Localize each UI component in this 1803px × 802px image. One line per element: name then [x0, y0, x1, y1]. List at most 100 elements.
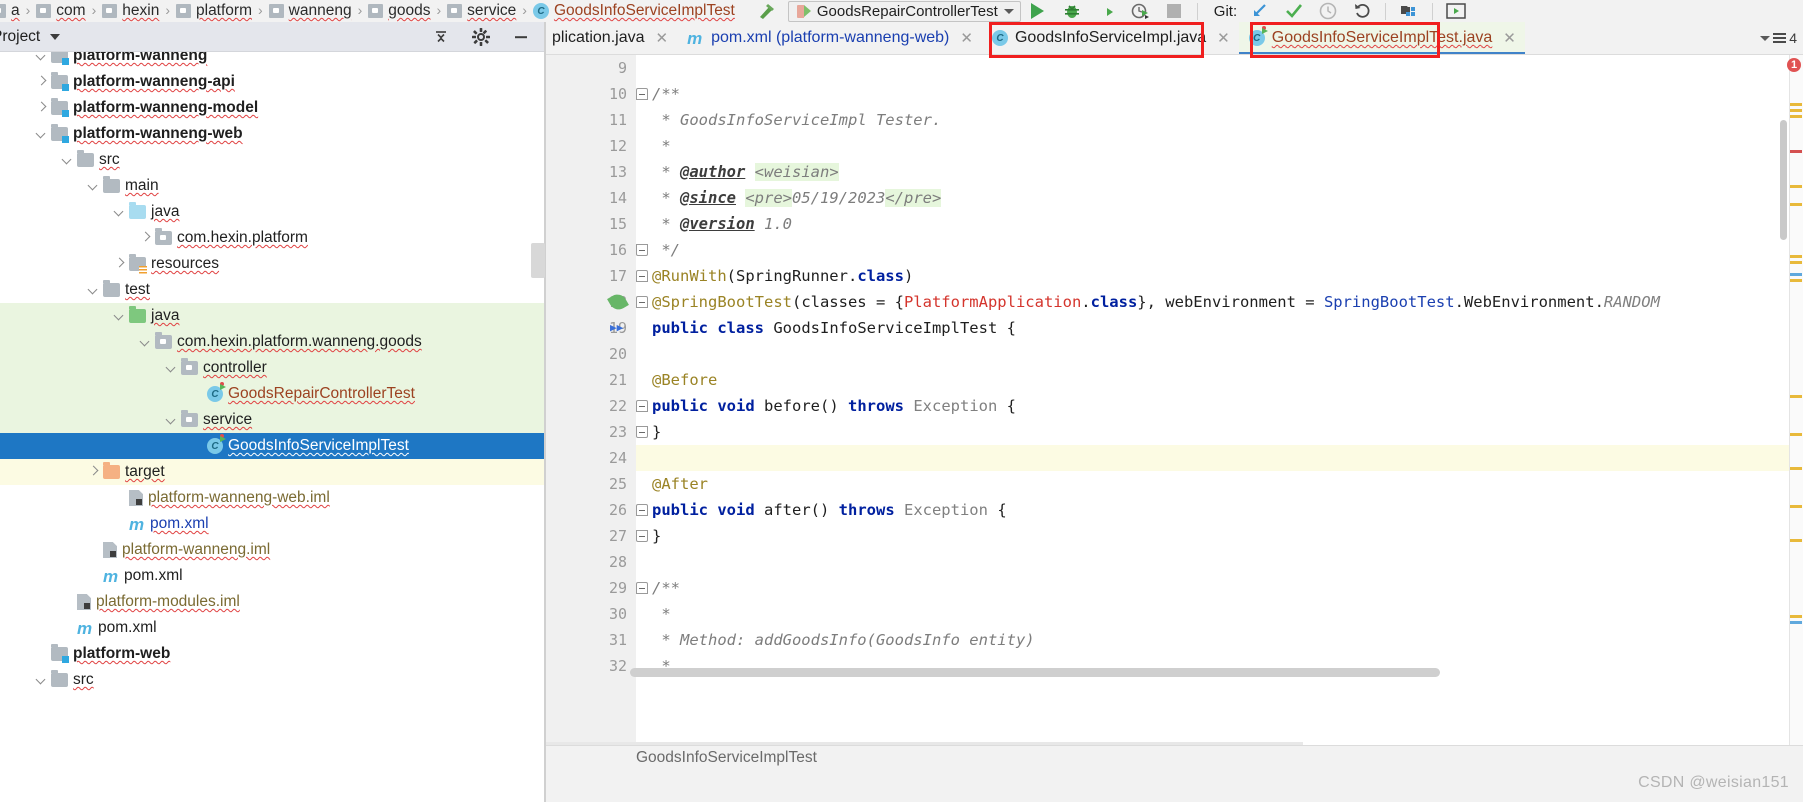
chevron-right-icon[interactable] [34, 101, 48, 115]
tree-node-platform-modules-iml[interactable]: platform-modules.iml [0, 589, 545, 615]
code-fold-toggle[interactable] [636, 88, 648, 100]
code-fold-toggle[interactable] [636, 270, 648, 282]
editor-horizontal-scrollbar[interactable] [630, 668, 1440, 677]
clock-icon[interactable] [1311, 0, 1345, 22]
tree-node-com-hexin-platform-wanneng-goods[interactable]: com.hexin.platform.wanneng.goods [0, 329, 545, 355]
tree-node-platform-wanneng[interactable]: platform-wanneng [0, 52, 545, 69]
code-line[interactable]: 31 * Method: addGoodsInfo(GoodsInfo enti… [546, 627, 1803, 653]
close-icon[interactable]: ✕ [1503, 29, 1516, 47]
preview-play-icon[interactable] [1439, 0, 1473, 22]
tree-node-platform-wanneng-model[interactable]: platform-wanneng-model [0, 95, 545, 121]
gear-icon[interactable] [461, 22, 501, 52]
chevron-down-icon[interactable] [164, 361, 178, 375]
minimize-icon[interactable] [501, 22, 541, 52]
code-line[interactable]: 20 [546, 341, 1803, 367]
chevron-right-icon[interactable] [138, 231, 152, 245]
code-line[interactable]: 22 public void before() throws Exception … [546, 393, 1803, 419]
tree-node-controller[interactable]: controller [0, 355, 545, 381]
tab-overflow-controls[interactable]: 4 [1760, 30, 1803, 46]
tree-node-platform-wanneng-api[interactable]: platform-wanneng-api [0, 69, 545, 95]
run-with-coverage-button[interactable] [1089, 0, 1123, 22]
tree-node-pom-xml[interactable]: m pom.xml [0, 511, 545, 537]
breadcrumb-item-hexin[interactable]: hexin [101, 0, 160, 22]
run-configuration-selector[interactable]: GoodsRepairControllerTest [787, 0, 1021, 22]
editor-tab-plication-java[interactable]: plication.java ✕ [546, 22, 677, 54]
project-tree[interactable]: platform-wanneng platform-wanneng-api plat… [0, 52, 545, 802]
code-line[interactable]: 16 */ [546, 237, 1803, 263]
stop-square-icon[interactable] [1157, 0, 1191, 22]
chevron-right-icon[interactable] [112, 257, 126, 271]
code-fold-toggle[interactable] [636, 582, 648, 594]
breadcrumb-item-service[interactable]: service [446, 0, 517, 22]
code-line[interactable]: 23} [546, 419, 1803, 445]
code-line[interactable]: 14 * @since <pre>05/19/2023</pre> [546, 185, 1803, 211]
split-drag-handle[interactable] [531, 243, 545, 278]
tree-node-test[interactable]: test [0, 277, 545, 303]
code-editor[interactable]: 9 10/** 11 * GoodsInfoServiceImpl Tester. 1… [546, 55, 1803, 745]
tree-node-java[interactable]: java [0, 303, 545, 329]
chevron-down-icon[interactable] [164, 413, 178, 427]
tree-node-target[interactable]: target [0, 459, 545, 485]
code-line[interactable]: 24 [546, 445, 1803, 471]
code-line[interactable]: 29 /** [546, 575, 1803, 601]
chevron-down-icon[interactable] [34, 52, 48, 63]
chevron-down-icon[interactable] [1003, 8, 1014, 14]
tree-node-platform-web[interactable]: platform-web [0, 641, 545, 667]
code-line[interactable]: 26 public void after() throws Exception { [546, 497, 1803, 523]
code-line[interactable]: 11 * GoodsInfoServiceImpl Tester. [546, 107, 1803, 133]
arrow-down-left-icon[interactable] [1243, 0, 1277, 22]
chevron-down-icon[interactable] [86, 179, 100, 193]
code-line[interactable]: 27} [546, 523, 1803, 549]
error-count-badge[interactable]: 1 [1787, 58, 1801, 72]
breadcrumb-item-a[interactable]: a [0, 0, 21, 22]
profile-button[interactable] [1123, 0, 1157, 22]
breadcrumb-item-wanneng[interactable]: wanneng [268, 0, 353, 22]
code-fold-toggle[interactable] [636, 504, 648, 516]
editor-tab-goodsinfoserviceimpl-java[interactable]: C GoodsInfoServiceImpl.java ✕ [982, 22, 1239, 54]
bottom-breadcrumb-label[interactable]: GoodsInfoServiceImplTest [636, 749, 817, 767]
chevron-down-icon[interactable] [86, 283, 100, 297]
tree-node-service[interactable]: service [0, 407, 545, 433]
hammer-icon[interactable] [750, 0, 784, 22]
run-test-gutter-icon[interactable]: ▶▶ [610, 321, 623, 334]
breadcrumb-item-com[interactable]: com [35, 0, 86, 22]
code-line[interactable]: 18@SpringBootTest(classes = {PlatformApp… [546, 289, 1803, 315]
breadcrumb-item-goodsinfoserviceimpltest[interactable]: C GoodsInfoServiceImplTest [532, 0, 736, 22]
chevron-down-icon[interactable] [1760, 35, 1771, 41]
code-fold-toggle[interactable] [636, 530, 648, 542]
code-line[interactable]: 15 * @version 1.0 [546, 211, 1803, 237]
tree-node-main[interactable]: main [0, 173, 545, 199]
code-fold-toggle[interactable] [636, 296, 648, 308]
editor-vertical-scrollbar[interactable] [1780, 120, 1787, 240]
chevron-right-icon[interactable] [34, 75, 48, 89]
tree-node-platform-wanneng-web[interactable]: platform-wanneng-web [0, 121, 545, 147]
chevron-down-icon[interactable] [50, 33, 61, 40]
check-icon[interactable] [1277, 0, 1311, 22]
close-icon[interactable]: ✕ [960, 29, 973, 47]
tree-node-java[interactable]: java [0, 199, 545, 225]
code-line[interactable]: 28 [546, 549, 1803, 575]
close-icon[interactable]: ✕ [1217, 29, 1230, 47]
code-fold-toggle[interactable] [636, 400, 648, 412]
tab-list-icon[interactable] [1773, 33, 1787, 43]
code-content[interactable]: 9 10/** 11 * GoodsInfoServiceImpl Tester. 1… [546, 55, 1803, 679]
analysis-gutter[interactable] [1789, 55, 1803, 745]
close-icon[interactable]: ✕ [656, 29, 669, 47]
chevron-down-icon[interactable] [34, 127, 48, 141]
tree-node-src[interactable]: src [0, 667, 545, 693]
chevron-down-icon[interactable] [60, 153, 74, 167]
project-structure-icon[interactable] [1392, 0, 1426, 22]
code-line[interactable]: 13 * @author <weisian> [546, 159, 1803, 185]
collapse-all-icon[interactable] [421, 22, 461, 52]
code-line[interactable]: 12 * [546, 133, 1803, 159]
chevron-down-icon[interactable] [112, 309, 126, 323]
chevron-down-icon[interactable] [34, 673, 48, 687]
code-line[interactable]: 21 @Before [546, 367, 1803, 393]
tree-node-platform-wanneng-iml[interactable]: platform-wanneng.iml [0, 537, 545, 563]
tree-node-com-hexin-platform[interactable]: com.hexin.platform [0, 225, 545, 251]
run-button[interactable] [1021, 0, 1055, 22]
chevron-down-icon[interactable] [138, 335, 152, 349]
tree-node-resources[interactable]: resources [0, 251, 545, 277]
tree-node-pom-xml[interactable]: m pom.xml [0, 615, 545, 641]
editor-tab-goodsinfoserviceimpltest-java[interactable]: C GoodsInfoServiceImplTest.java ✕ [1238, 22, 1525, 54]
